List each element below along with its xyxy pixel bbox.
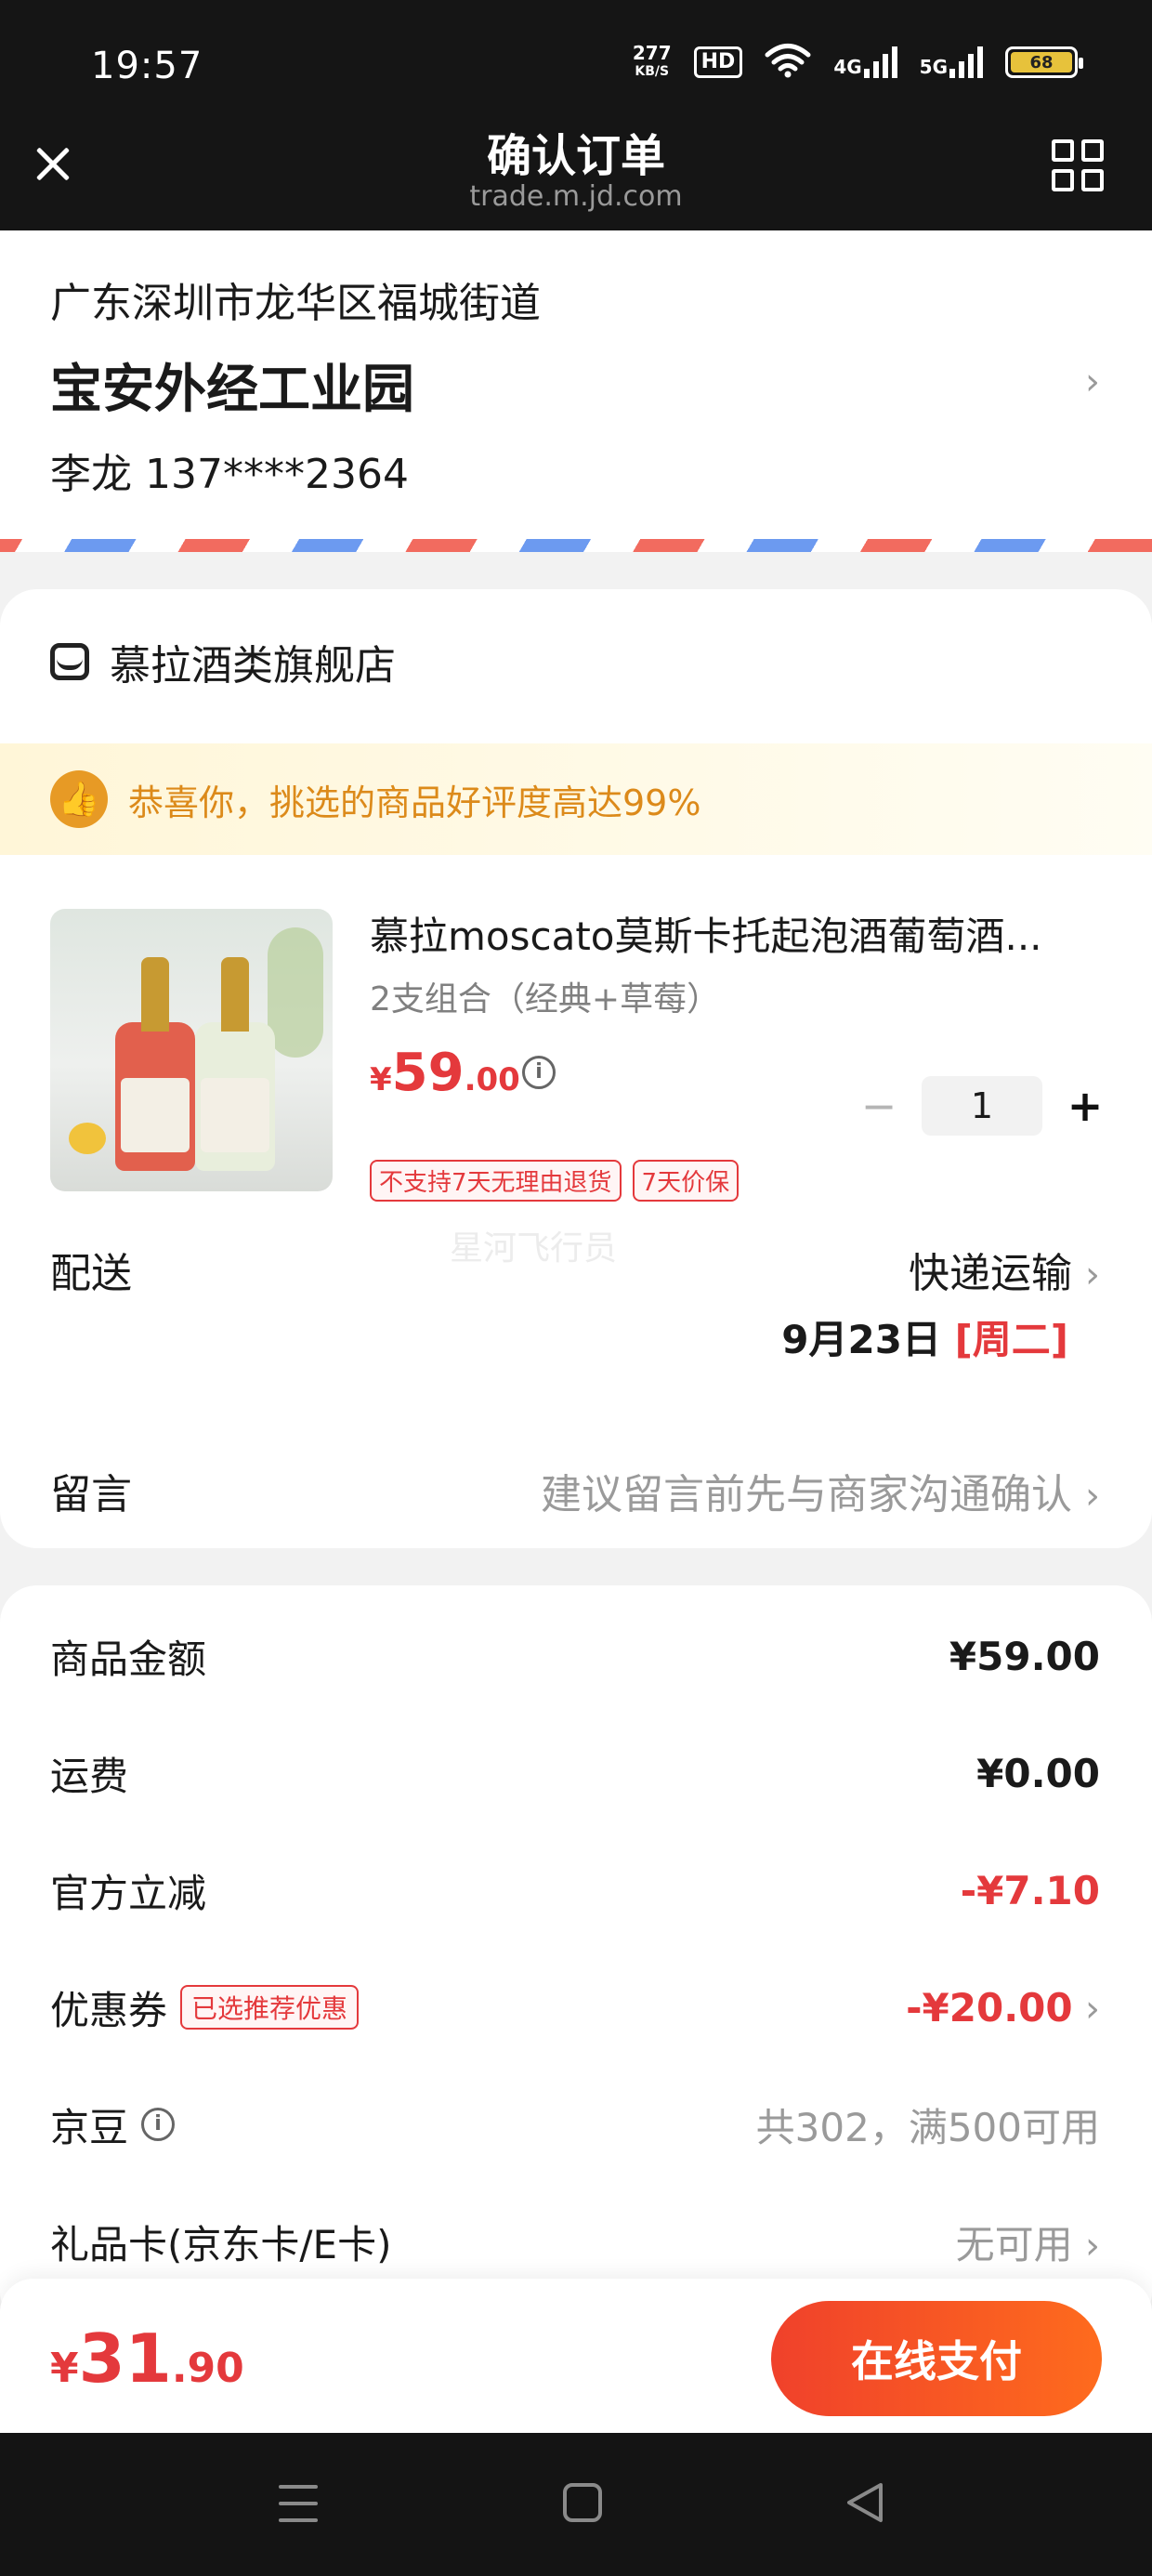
coupon-chip: 已选推荐优惠 bbox=[180, 1985, 360, 2030]
delivery-method[interactable]: 快递运输 › bbox=[909, 1240, 1100, 1299]
info-icon[interactable]: i bbox=[141, 2108, 176, 2141]
product-spec: 2支组合（经典+草莓） bbox=[370, 980, 721, 1019]
home-icon[interactable] bbox=[563, 2483, 602, 2522]
net-speed-unit: KB/S bbox=[635, 64, 670, 79]
items-amount-row: 商品金额 ¥59.00 bbox=[50, 1628, 1100, 1684]
back-icon[interactable] bbox=[844, 2481, 884, 2524]
coupon-label: 优惠券 bbox=[50, 1987, 168, 2033]
delivery-method-text: 快递运输 bbox=[909, 1250, 1072, 1297]
note-label: 留言 bbox=[50, 1471, 132, 1518]
giftcard-value: 无可用 bbox=[955, 2221, 1073, 2267]
coupon-value: -¥20.00 bbox=[906, 1984, 1073, 2031]
total-currency: ¥ bbox=[50, 2345, 79, 2392]
shipping-row: 运费 ¥0.00 bbox=[50, 1745, 1100, 1801]
thumbs-up-icon: 👍 bbox=[50, 770, 108, 828]
delivery-label: 配送 bbox=[50, 1250, 132, 1297]
coupon-row[interactable]: 优惠券 已选推荐优惠 -¥20.00 › bbox=[50, 1979, 1100, 2035]
total-integer: 31 bbox=[78, 2320, 172, 2398]
chevron-right-icon: › bbox=[1085, 1475, 1100, 1518]
praise-banner: 👍 恭喜你，挑选的商品好评度高达99% bbox=[0, 743, 1152, 855]
signal-5g-label: 5G bbox=[919, 56, 948, 78]
watermark: 星河飞行员 bbox=[450, 1229, 618, 1268]
bottle-clear bbox=[195, 957, 275, 1171]
jingdou-row: 京豆 i 共302，满500可用 bbox=[50, 2096, 1100, 2152]
delivery-date: 9月23日 [周二] bbox=[781, 1308, 1068, 1365]
price-currency: ¥ bbox=[370, 1061, 392, 1098]
shipping-label: 运费 bbox=[50, 1753, 129, 1799]
quantity-value[interactable]: 1 bbox=[922, 1076, 1042, 1136]
giftcard-row[interactable]: 礼品卡(京东卡/E卡) 无可用 › bbox=[50, 2214, 1100, 2269]
praise-text: 恭喜你，挑选的商品好评度高达99% bbox=[128, 782, 701, 823]
store-card: 慕拉酒类旗舰店 👍 恭喜你，挑选的商品好评度高达99% 慕拉moscato莫斯卡… bbox=[0, 589, 1152, 1548]
battery-icon: 68 bbox=[1005, 46, 1083, 78]
address-card[interactable]: 广东深圳市龙华区福城街道 宝安外经工业园 李龙 137****2364 › bbox=[0, 230, 1152, 552]
pay-bar: ¥31.90 在线支付 bbox=[0, 2279, 1152, 2433]
store-name: 慕拉酒类旗舰店 bbox=[110, 642, 396, 690]
pay-online-button[interactable]: 在线支付 bbox=[771, 2301, 1102, 2416]
product-price: ¥59.00 bbox=[370, 1043, 520, 1103]
summary-card: 商品金额 ¥59.00 运费 ¥0.00 官方立减 -¥7.10 优惠券 已选推… bbox=[0, 1585, 1152, 2329]
delivery-weekday: [周二] bbox=[954, 1317, 1068, 1362]
address-contact: 李龙 137****2364 bbox=[50, 451, 409, 498]
signal-5g-icon: 5G bbox=[920, 46, 983, 78]
plant-decoration bbox=[268, 927, 323, 1058]
page-title: 确认订单 bbox=[486, 130, 665, 182]
chevron-right-icon: › bbox=[1085, 1987, 1100, 2031]
total-decimal: .90 bbox=[171, 2345, 244, 2392]
items-amount-value: ¥59.00 bbox=[949, 1633, 1100, 1679]
delivery-date-text: 9月23日 bbox=[781, 1317, 941, 1362]
chevron-right-icon: › bbox=[1085, 2224, 1100, 2267]
items-amount-label: 商品金额 bbox=[50, 1636, 207, 1682]
store-header[interactable]: 慕拉酒类旗舰店 bbox=[50, 632, 396, 691]
tag-price-protect: 7天价保 bbox=[632, 1160, 740, 1202]
official-discount-value: -¥7.10 bbox=[960, 1867, 1100, 1913]
address-region: 广东深圳市龙华区福城街道 bbox=[50, 280, 541, 327]
product-tags: 不支持7天无理由退货 7天价保 bbox=[370, 1160, 740, 1202]
net-speed-value: 277 bbox=[632, 42, 672, 64]
price-info-icon[interactable]: i bbox=[522, 1056, 556, 1089]
official-discount-label: 官方立减 bbox=[50, 1870, 207, 1916]
product-title[interactable]: 慕拉moscato莫斯卡托起泡酒葡萄酒... bbox=[370, 905, 1104, 962]
chevron-right-icon: › bbox=[1085, 1254, 1100, 1296]
status-time: 19:57 bbox=[91, 45, 203, 87]
shipping-value: ¥0.00 bbox=[976, 1750, 1100, 1796]
top-bar: 19:57 277 KB/S HD 4G 5G 68 确认订单 trade.m.… bbox=[0, 0, 1152, 230]
price-integer: 59 bbox=[391, 1043, 465, 1103]
product-image[interactable] bbox=[50, 909, 333, 1191]
jingdou-label: 京豆 bbox=[50, 2104, 129, 2150]
envelope-stripe bbox=[0, 539, 1152, 552]
chevron-right-icon: › bbox=[1085, 361, 1100, 403]
tag-no-return: 不支持7天无理由退货 bbox=[370, 1160, 622, 1202]
price-decimal: .00 bbox=[464, 1061, 520, 1098]
decrease-button[interactable]: − bbox=[860, 1081, 897, 1131]
address-detail: 宝安外经工业园 bbox=[50, 360, 414, 420]
total-price: ¥31.90 bbox=[50, 2320, 244, 2398]
page-url: trade.m.jd.com bbox=[469, 180, 683, 213]
signal-4g-icon: 4G bbox=[833, 46, 897, 78]
official-discount-row: 官方立减 -¥7.10 bbox=[50, 1862, 1100, 1918]
wifi-icon bbox=[765, 43, 811, 82]
store-icon bbox=[50, 643, 89, 680]
note-hint-text: 建议留言前先与商家沟通确认 bbox=[541, 1471, 1072, 1518]
net-speed: 277 KB/S bbox=[633, 44, 672, 81]
grid-menu-icon[interactable] bbox=[1052, 139, 1104, 191]
increase-button[interactable]: + bbox=[1067, 1081, 1104, 1131]
giftcard-label: 礼品卡(京东卡/E卡) bbox=[50, 2221, 392, 2267]
quantity-stepper: − 1 + bbox=[860, 1076, 1104, 1136]
signal-4g-label: 4G bbox=[833, 56, 862, 78]
bottle-pink bbox=[115, 957, 195, 1171]
menu-icon[interactable] bbox=[279, 2485, 318, 2522]
battery-level: 68 bbox=[1011, 52, 1072, 72]
status-icons: 277 KB/S HD 4G 5G 68 bbox=[633, 43, 1083, 82]
jingdou-value: 共302，满500可用 bbox=[755, 2104, 1100, 2150]
system-nav-bar bbox=[0, 2433, 1152, 2576]
hd-icon: HD bbox=[693, 46, 743, 78]
lemon-decoration bbox=[69, 1123, 106, 1154]
note-input[interactable]: 建议留言前先与商家沟通确认 › bbox=[541, 1461, 1100, 1520]
